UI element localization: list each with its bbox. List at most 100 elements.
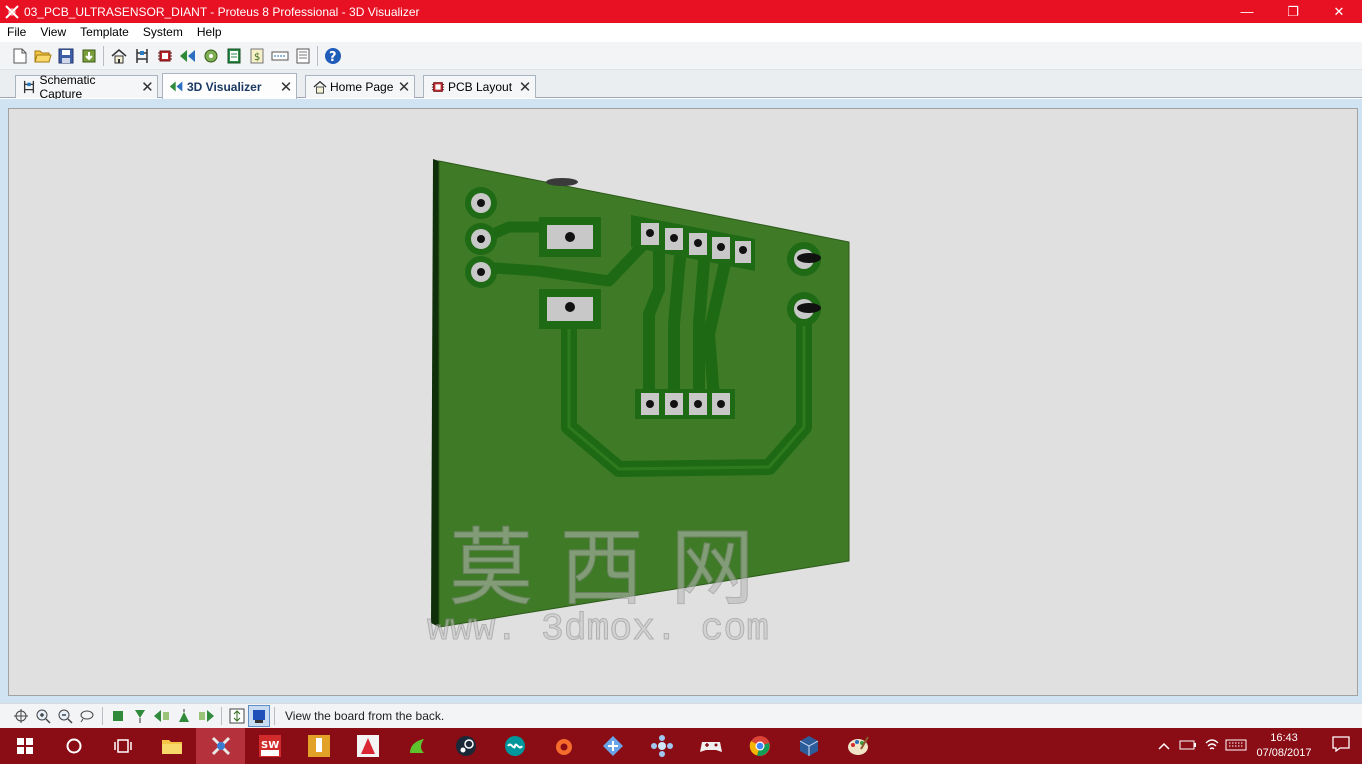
show-hidden-icons-icon[interactable] — [1152, 739, 1176, 753]
schematic-capture-icon — [22, 80, 36, 95]
menu-view[interactable]: View — [33, 23, 73, 42]
battery-icon[interactable] — [1176, 739, 1200, 754]
system-tray: 16:43 07/08/2017 — [1152, 728, 1362, 764]
front-view-icon[interactable] — [129, 705, 151, 727]
windows-taskbar: SW 16:43 07/08/2017 — [0, 728, 1362, 764]
proteus-icon[interactable] — [196, 728, 245, 764]
zoom-in-icon[interactable] — [32, 705, 54, 727]
menu-template[interactable]: Template — [73, 23, 136, 42]
tab-label: 3D Visualizer — [187, 79, 262, 94]
tab-label: Schematic Capture — [39, 73, 96, 101]
left-view-icon[interactable] — [151, 705, 173, 727]
minimize-button[interactable]: — — [1224, 0, 1270, 23]
pcb-board-edge — [431, 159, 439, 627]
component-body — [546, 178, 578, 186]
schematic-capture-icon[interactable] — [130, 45, 153, 67]
close-icon[interactable]: ✕ — [138, 78, 157, 96]
svg-text:?: ? — [329, 50, 337, 65]
svg-text:SW: SW — [261, 740, 279, 751]
tab-pcb-layout[interactable]: PCB Layout ✕ — [423, 75, 536, 98]
paint-icon[interactable] — [833, 728, 882, 764]
app-icon-2[interactable] — [588, 728, 637, 764]
tab-label: PCB Layout — [448, 80, 513, 94]
wifi-icon[interactable] — [1200, 738, 1224, 755]
viewport-frame: 莫 西 网 www. 3dmox. com — [0, 99, 1362, 703]
clock[interactable]: 16:43 07/08/2017 — [1248, 731, 1320, 761]
tab-schematic-capture[interactable]: Schematic Capture ✕ — [15, 73, 158, 101]
file-explorer-icon[interactable] — [147, 728, 196, 764]
solidworks-icon[interactable]: SW — [245, 728, 294, 764]
cortana-icon[interactable] — [49, 728, 98, 764]
gerber-viewer-icon[interactable] — [199, 45, 222, 67]
pads-left — [465, 187, 497, 288]
virtualbox-icon[interactable] — [784, 728, 833, 764]
close-button[interactable]: ✕ — [1316, 0, 1362, 23]
inventor-icon[interactable] — [294, 728, 343, 764]
menu-system[interactable]: System — [136, 23, 190, 42]
watermark: 莫 西 网 www. 3dmox. com — [427, 519, 770, 652]
back-view-icon[interactable] — [173, 705, 195, 727]
app-icon[interactable] — [392, 728, 441, 764]
3d-visualizer-icon[interactable] — [176, 45, 199, 67]
tab-home-page[interactable]: Home Page ✕ — [305, 75, 415, 98]
maximize-button[interactable]: ❐ — [1270, 0, 1316, 23]
origin-icon[interactable] — [539, 728, 588, 764]
window-title: 03_PCB_ULTRASENSOR_DIANT - Proteus 8 Pro… — [24, 4, 420, 19]
svg-text:$: $ — [254, 52, 260, 63]
tab-label: Home Page — [330, 80, 394, 94]
zoom-extents-icon[interactable] — [76, 705, 98, 727]
status-separator — [221, 707, 222, 725]
keyboard-icon[interactable] — [1224, 739, 1248, 754]
menu-file[interactable]: File — [0, 23, 33, 42]
right-view-icon[interactable] — [195, 705, 217, 727]
board-view-icon[interactable] — [248, 705, 270, 727]
design-explorer-icon[interactable]: $ — [245, 45, 268, 67]
app-icon-3[interactable] — [637, 728, 686, 764]
bill-of-materials-icon[interactable] — [222, 45, 245, 67]
pan-icon[interactable] — [10, 705, 32, 727]
3d-viewport[interactable]: 莫 西 网 www. 3dmox. com — [8, 108, 1358, 696]
help-icon[interactable]: ? — [321, 45, 344, 67]
watermark-chinese: 莫 西 网 — [449, 519, 754, 617]
autocad-icon[interactable] — [343, 728, 392, 764]
status-message: View the board from the back. — [285, 709, 445, 723]
tab-3d-visualizer[interactable]: 3D Visualizer ✕ — [162, 73, 297, 99]
proteus-app-icon[interactable] — [4, 4, 20, 20]
clock-time: 16:43 — [1270, 732, 1298, 744]
height-toggle-icon[interactable] — [226, 705, 248, 727]
task-view-icon[interactable] — [98, 728, 147, 764]
watermark-url: www. 3dmox. com — [427, 608, 769, 651]
zoom-out-icon[interactable] — [54, 705, 76, 727]
close-icon[interactable]: ✕ — [394, 78, 414, 96]
home-page-icon[interactable] — [107, 45, 130, 67]
clock-date: 07/08/2017 — [1256, 747, 1312, 759]
new-file-icon[interactable] — [8, 45, 31, 67]
open-folder-icon[interactable] — [31, 45, 54, 67]
status-bar: View the board from the back. — [0, 703, 1362, 728]
close-icon[interactable]: ✕ — [515, 78, 535, 96]
action-center-icon[interactable] — [1320, 735, 1362, 757]
arduino-icon[interactable] — [490, 728, 539, 764]
top-view-icon[interactable] — [107, 705, 129, 727]
toolbar-separator — [103, 45, 104, 66]
pcb-3d-render: 莫 西 网 www. 3dmox. com — [427, 159, 850, 652]
title-bar: 03_PCB_ULTRASENSOR_DIANT - Proteus 8 Pro… — [0, 0, 1362, 23]
steam-icon[interactable] — [441, 728, 490, 764]
pcb-layout-icon[interactable] — [153, 45, 176, 67]
document-tab-bar: Schematic Capture ✕ 3D Visualizer ✕ Home… — [0, 70, 1362, 101]
3d-visualizer-icon — [169, 79, 184, 94]
notes-icon[interactable] — [291, 45, 314, 67]
netlist-icon[interactable] — [268, 45, 291, 67]
pcb-layout-icon — [430, 80, 445, 95]
menu-help[interactable]: Help — [190, 23, 229, 42]
chrome-icon[interactable] — [735, 728, 784, 764]
gamepad-icon[interactable] — [686, 728, 735, 764]
save-icon[interactable] — [54, 45, 77, 67]
main-toolbar: $ ? — [0, 42, 1362, 70]
status-separator — [102, 707, 103, 725]
menu-bar: File View Template System Help — [0, 23, 1362, 42]
home-page-icon — [312, 80, 327, 95]
import-icon[interactable] — [77, 45, 100, 67]
windows-start-icon[interactable] — [0, 728, 49, 764]
close-icon[interactable]: ✕ — [276, 78, 296, 96]
